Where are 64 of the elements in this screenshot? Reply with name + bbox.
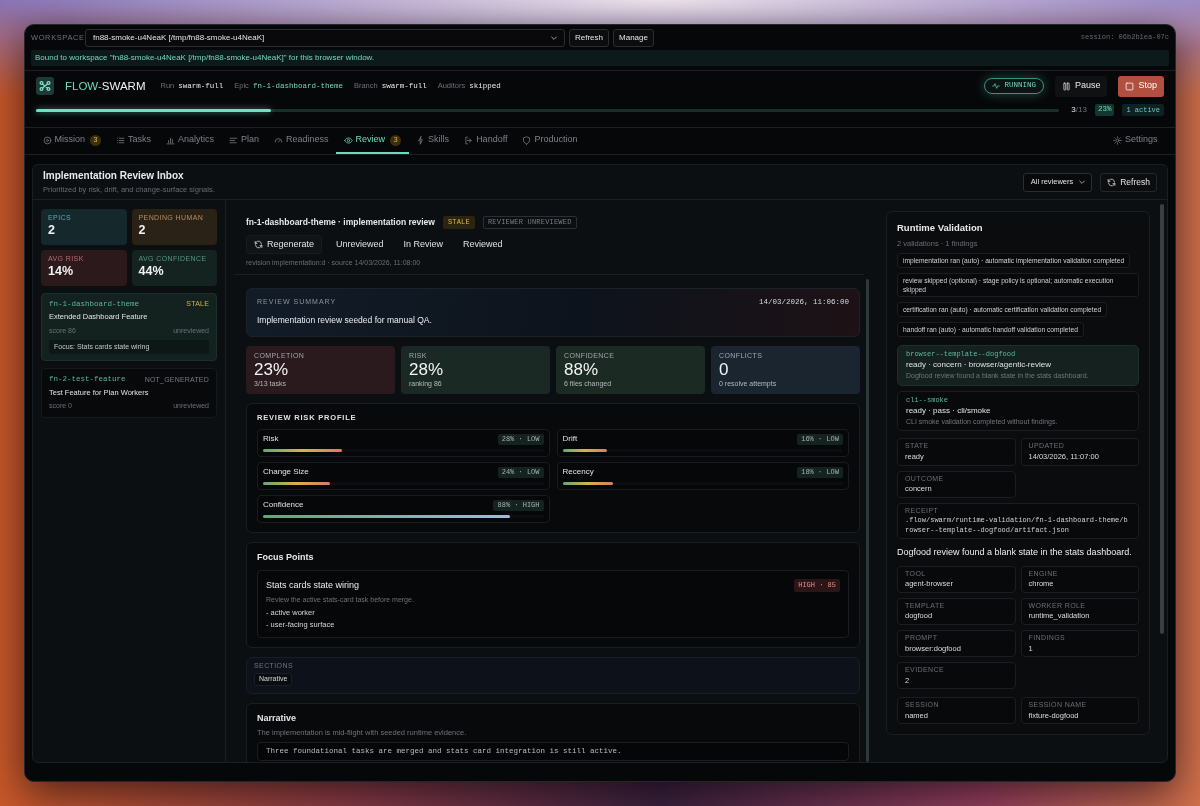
workspace-banner: Bound to workspace "fn88-smoke-u4NeaK [/tmp/fn88-smoke-u4NeaK]" for this browser window. <box>31 50 1169 66</box>
summary-text: Implementation review seeded for manual QA. <box>257 314 433 326</box>
task-count: 3/13 <box>1071 105 1087 115</box>
tab[interactable]: Tasks <box>108 128 159 154</box>
panel-title: Runtime Validation <box>897 222 984 234</box>
tab[interactable]: Readiness <box>266 128 337 154</box>
risk-label: Change Size <box>263 467 309 478</box>
validation-meta: ready · pass · cli/smoke <box>906 405 992 416</box>
pause-icon <box>1061 81 1071 91</box>
refresh-icon <box>1107 177 1117 187</box>
risk-label: Risk <box>263 434 279 445</box>
chevron-down-icon <box>550 33 558 42</box>
tab[interactable]: Plan <box>221 128 267 154</box>
validation-meta: ready · concern · browser/agentic-review <box>906 360 1052 371</box>
scrollbar[interactable] <box>1160 204 1164 634</box>
tab[interactable]: Skills <box>408 128 457 154</box>
manage-button[interactable]: Manage <box>613 28 654 47</box>
focus-title: Stats cards state wiring <box>266 579 360 592</box>
status-button[interactable]: In Review <box>397 234 450 254</box>
finding-heading: Dogfood review found a blank state in the stats dashboard. <box>897 547 1133 559</box>
refresh-button[interactable]: Refresh <box>1100 172 1157 192</box>
risk-label: Recency <box>562 467 594 478</box>
panel-title: Implementation Review Inbox <box>43 170 185 183</box>
workspace-select[interactable]: fn88-smoke-u4NeaK [/tmp/fn88-smoke-u4NeaK] <box>85 28 565 47</box>
bolt-icon <box>416 135 426 145</box>
refresh-icon <box>254 239 263 249</box>
stat-value: 14% <box>48 264 75 279</box>
bar-chart-icon <box>166 135 176 145</box>
stat-value: 44% <box>138 264 165 279</box>
stop-icon <box>1125 81 1135 91</box>
arc-icon <box>274 135 284 145</box>
metric-value: 0 <box>719 361 730 380</box>
eye-icon <box>343 135 353 145</box>
arrow-bracket-icon <box>464 135 474 145</box>
risk-label: Drift <box>562 434 578 445</box>
metric-value: 28% <box>409 361 445 380</box>
stat-value: 2 <box>138 223 147 238</box>
stat-value: 2 <box>48 223 56 238</box>
status-button[interactable]: Unreviewed <box>330 234 390 254</box>
chevron-down-icon <box>1078 178 1087 186</box>
section-title: Narrative <box>257 713 298 725</box>
review-title: fn-1-dashboard-theme · implementation review <box>246 217 435 228</box>
metric-value: 23% <box>254 361 290 380</box>
stop-button[interactable]: Stop <box>1118 75 1164 97</box>
list-icon <box>116 135 125 145</box>
risk-label: Confidence <box>263 500 304 511</box>
tab[interactable]: Handoff <box>456 128 515 154</box>
regenerate-button[interactable]: Regenerate <box>246 234 323 254</box>
brand-name: FLOW-SWARM <box>65 78 146 94</box>
lines-icon <box>229 135 239 145</box>
settings-icon <box>1112 135 1122 145</box>
tab[interactable]: Production <box>515 128 585 154</box>
status-button[interactable]: Reviewed <box>457 234 509 254</box>
tab[interactable]: Analytics <box>158 128 222 154</box>
shield-icon <box>522 135 532 145</box>
pause-button[interactable]: Pause <box>1054 75 1108 97</box>
refresh-button[interactable]: Refresh <box>569 28 609 47</box>
settings-button[interactable]: Settings <box>1105 128 1165 154</box>
metric-value: 88% <box>564 361 600 380</box>
section-title: Focus Points <box>257 551 315 564</box>
target-icon <box>42 135 52 145</box>
nodes-icon <box>36 77 54 95</box>
scrollbar[interactable] <box>866 278 869 762</box>
pulse-icon <box>992 82 1001 90</box>
